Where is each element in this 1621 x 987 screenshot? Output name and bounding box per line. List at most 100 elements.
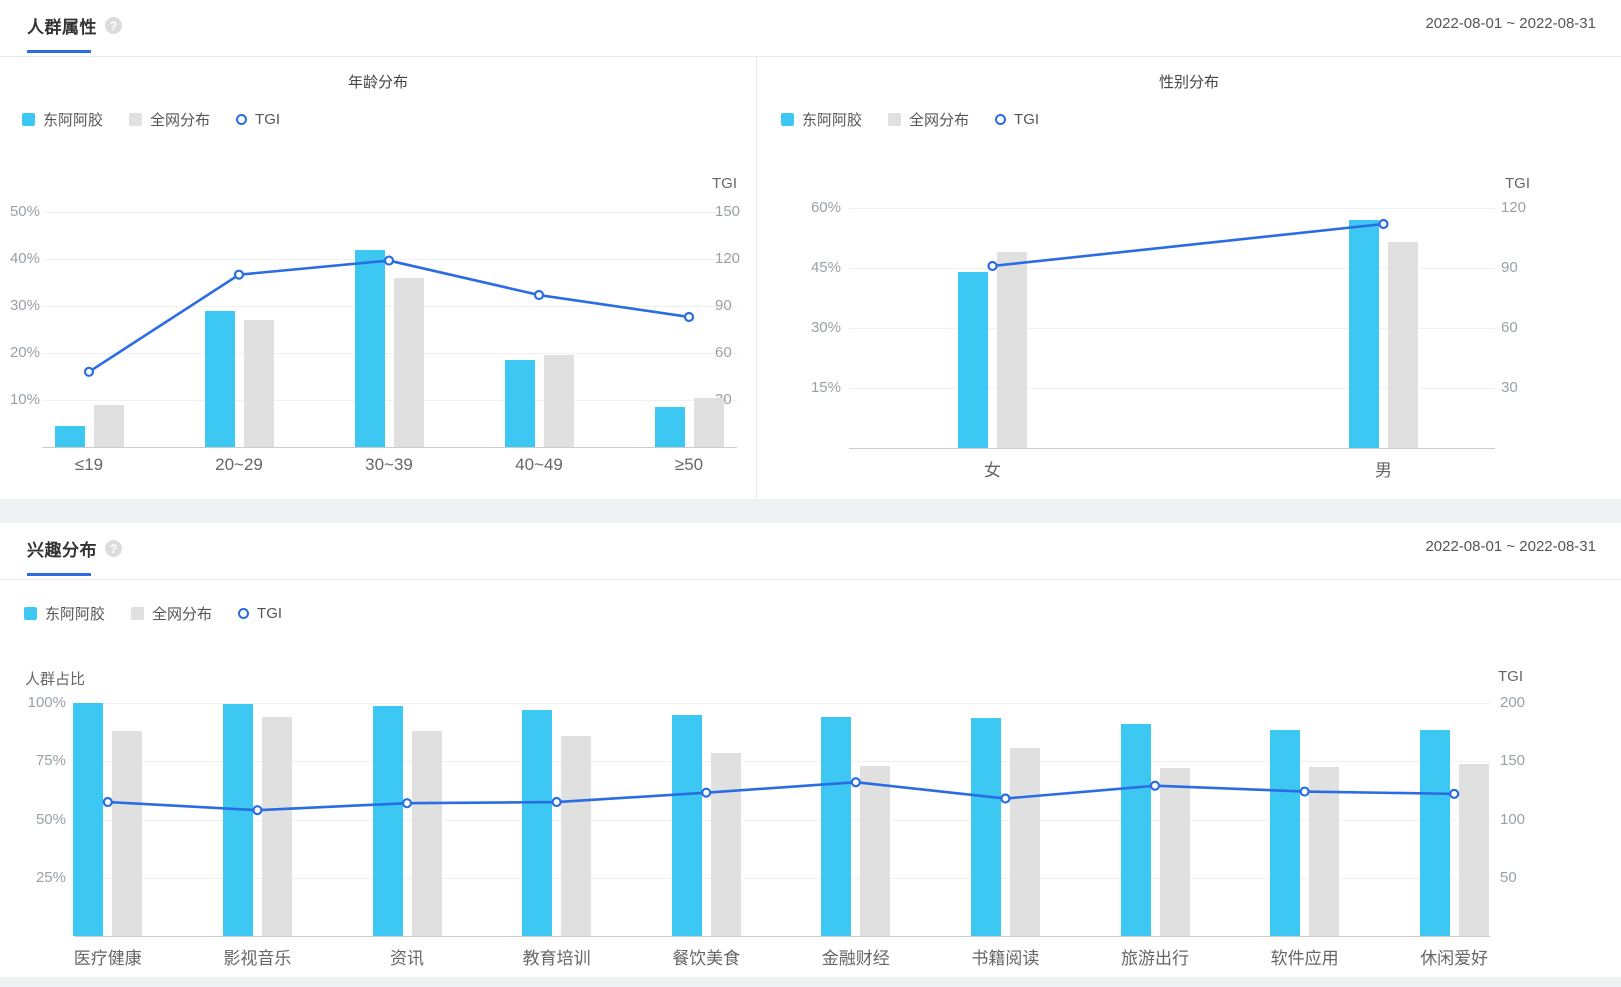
brand-bar [655, 407, 685, 447]
interest-distribution-chart: 东阿阿胶全网分布TGI100%20075%15050%10025%50TGI人群… [0, 580, 1621, 977]
series-swatch-icon [781, 113, 794, 126]
brand-bar [1270, 730, 1300, 936]
legend-label: 东阿阿胶 [45, 603, 105, 624]
gridline [849, 208, 1495, 209]
network-bar [544, 355, 574, 447]
x-axis-category-label: 旅游出行 [1085, 944, 1225, 969]
right-axis-tick-label: 30 [1501, 379, 1551, 397]
tgi-data-point [235, 271, 243, 279]
series-swatch-icon [24, 607, 37, 620]
legend-label: 全网分布 [909, 109, 969, 130]
section-demographics: 人群属性 ? 2022-08-01 ~ 2022-08-31 年龄分布东阿阿胶全… [0, 0, 1621, 499]
legend-item-network[interactable]: 全网分布 [131, 603, 212, 624]
brand-bar [1420, 730, 1450, 936]
x-axis-category-label: 30~39 [319, 455, 459, 475]
legend-item-brand[interactable]: 东阿阿胶 [24, 603, 105, 624]
network-bar [244, 320, 274, 447]
interests-header: 兴趣分布 ? 2022-08-01 ~ 2022-08-31 [0, 523, 1621, 580]
chart-legend: 东阿阿胶 全网分布 TGI [24, 603, 282, 623]
help-icon[interactable]: ? [105, 17, 122, 34]
y-axis-tick-label: 40% [0, 250, 40, 268]
legend-label: 全网分布 [150, 109, 210, 130]
tgi-data-point [403, 799, 411, 807]
x-axis-category-label: 40~49 [469, 455, 609, 475]
x-axis-category-label: 女 [923, 456, 1063, 481]
gender-distribution-chart: 性别分布东阿阿胶全网分布TGI60%12045%9030%6015%30TGI女… [756, 57, 1621, 499]
series-swatch-icon [131, 607, 144, 620]
section-title-demographics: 人群属性 [27, 13, 97, 38]
network-bar [412, 731, 442, 936]
x-axis-category-label: ≤19 [19, 455, 159, 475]
y-axis-tick-label: 15% [757, 379, 841, 397]
tgi-data-point [104, 798, 112, 806]
right-axis-tick-label: 120 [1501, 199, 1551, 217]
age-distribution-chart: 年龄分布东阿阿胶全网分布TGI50%15040%12030%9020%6010%… [0, 57, 756, 499]
brand-bar [355, 250, 385, 447]
right-axis-tick-label: 100 [1500, 811, 1550, 829]
legend-label: 东阿阿胶 [802, 109, 862, 130]
tgi-data-point [702, 789, 710, 797]
tgi-data-point [253, 806, 261, 814]
x-axis-category-label: 软件应用 [1235, 944, 1375, 969]
legend-item-network[interactable]: 全网分布 [888, 109, 969, 130]
tgi-ring-icon [236, 114, 247, 125]
x-axis-category-label: 金融财经 [786, 944, 926, 969]
network-bar [711, 753, 741, 936]
right-axis-name: TGI [712, 175, 737, 192]
y-axis-tick-label: 45% [757, 259, 841, 277]
network-bar [860, 766, 890, 936]
y-axis-tick-label: 50% [0, 203, 40, 221]
x-axis-category-label: 餐饮美食 [636, 944, 776, 969]
chart-title: 性别分布 [757, 71, 1621, 92]
y-axis-tick-label: 60% [757, 199, 841, 217]
legend-item-tgi[interactable]: TGI [995, 111, 1039, 128]
legend-item-brand[interactable]: 东阿阿胶 [22, 109, 103, 130]
network-bar [394, 278, 424, 447]
x-axis-line [42, 447, 737, 448]
y-axis-tick-label: 25% [0, 869, 66, 887]
tgi-data-point [1301, 788, 1309, 796]
brand-bar [223, 704, 253, 936]
right-axis-tick-label: 200 [1500, 694, 1550, 712]
chart-legend: 东阿阿胶 全网分布 TGI [781, 109, 1039, 129]
x-axis-category-label: ≥50 [619, 455, 759, 475]
audience-analytics-page: 人群属性 ? 2022-08-01 ~ 2022-08-31 年龄分布东阿阿胶全… [0, 0, 1621, 987]
brand-bar [373, 706, 403, 936]
x-axis-line [849, 448, 1495, 449]
help-icon[interactable]: ? [105, 540, 122, 557]
brand-bar [1121, 724, 1151, 936]
tgi-data-point [1151, 782, 1159, 790]
brand-bar [672, 715, 702, 936]
legend-label: 东阿阿胶 [43, 109, 103, 130]
active-tab-underline [27, 573, 91, 576]
series-swatch-icon [129, 113, 142, 126]
y-axis-tick-label: 75% [0, 752, 66, 770]
brand-bar [73, 703, 103, 936]
legend-item-tgi[interactable]: TGI [238, 605, 282, 622]
y-axis-tick-label: 100% [0, 694, 66, 712]
section-title-interests: 兴趣分布 [27, 536, 97, 561]
series-swatch-icon [888, 113, 901, 126]
right-axis-tick-label: 150 [1500, 752, 1550, 770]
date-range: 2022-08-01 ~ 2022-08-31 [1425, 15, 1596, 32]
gridline [42, 212, 737, 213]
network-bar [112, 731, 142, 936]
tgi-ring-icon [995, 114, 1006, 125]
y-axis-tick-label: 30% [757, 319, 841, 337]
left-axis-name: 人群占比 [25, 668, 85, 689]
tgi-data-point [1450, 790, 1458, 798]
legend-item-network[interactable]: 全网分布 [129, 109, 210, 130]
network-bar [561, 736, 591, 936]
network-bar [694, 398, 724, 447]
legend-item-brand[interactable]: 东阿阿胶 [781, 109, 862, 130]
y-axis-tick-label: 10% [0, 391, 40, 409]
brand-bar [505, 360, 535, 447]
x-axis-category-label: 20~29 [169, 455, 309, 475]
y-axis-tick-label: 20% [0, 344, 40, 362]
network-bar [1388, 242, 1418, 448]
legend-item-tgi[interactable]: TGI [236, 111, 280, 128]
network-bar [1160, 768, 1190, 936]
right-axis-tick-label: 60 [1501, 319, 1551, 337]
tgi-data-point [1380, 220, 1388, 228]
x-axis-category-label: 资讯 [337, 944, 477, 969]
